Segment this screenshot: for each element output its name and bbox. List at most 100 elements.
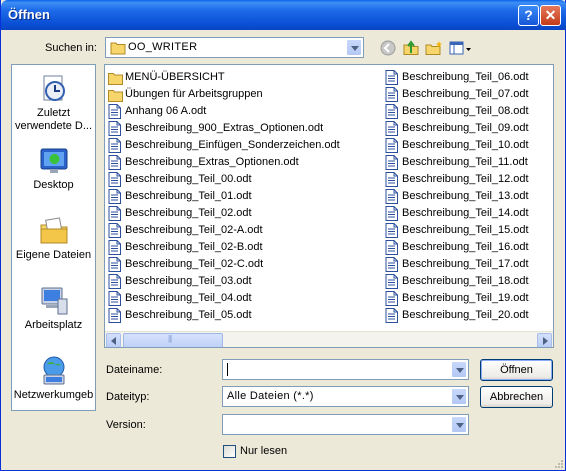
file-item[interactable]: Beschreibung_Teil_20.odt — [383, 307, 529, 324]
document-icon — [385, 70, 398, 85]
new-folder-icon[interactable] — [425, 40, 443, 56]
document-icon — [108, 138, 121, 153]
file-name: Beschreibung_Teil_00.odt — [125, 173, 252, 185]
cancel-button[interactable]: Abbrechen — [480, 386, 553, 408]
open-button[interactable]: Öffnen — [480, 359, 553, 381]
view-menu-icon[interactable] — [449, 40, 473, 56]
horizontal-scrollbar[interactable] — [105, 331, 553, 347]
file-item[interactable]: Beschreibung_Teil_01.odt — [106, 188, 340, 205]
network-icon — [43, 356, 65, 385]
file-item[interactable]: Beschreibung_Teil_19.odt — [383, 290, 529, 307]
document-icon — [385, 104, 398, 119]
file-item[interactable]: Beschreibung_900_Extras_Optionen.odt — [106, 120, 340, 137]
folder-icon — [108, 90, 123, 102]
document-icon — [108, 155, 121, 170]
document-icon — [108, 223, 121, 238]
file-item[interactable]: Beschreibung_Teil_02.odt — [106, 205, 340, 222]
file-name: Beschreibung_Teil_04.odt — [125, 292, 252, 304]
version-combo[interactable] — [222, 414, 469, 435]
help-button[interactable]: ? — [518, 5, 539, 26]
file-item[interactable]: Beschreibung_Teil_17.odt — [383, 256, 529, 273]
filetype-label: Dateityp: — [106, 391, 150, 403]
document-icon — [385, 206, 398, 221]
file-name: Beschreibung_Teil_18.odt — [402, 275, 529, 287]
places-bar: Zuletzt verwendete D... Desktop Eigene D… — [11, 64, 96, 411]
window-title: Öffnen — [8, 7, 50, 22]
file-item[interactable]: Beschreibung_Teil_13.odt — [383, 188, 529, 205]
file-name: Beschreibung_Teil_10.odt — [402, 139, 529, 151]
file-item[interactable]: Beschreibung_Teil_18.odt — [383, 273, 529, 290]
filetype-dropdown-arrow[interactable] — [451, 388, 467, 405]
file-name: Beschreibung_Teil_11.odt — [402, 156, 528, 168]
folder-item[interactable]: MENÜ-ÜBERSICHT — [106, 69, 340, 86]
filename-dropdown-arrow[interactable] — [451, 361, 467, 378]
version-dropdown-arrow[interactable] — [451, 416, 467, 433]
file-name: Beschreibung_900_Extras_Optionen.odt — [125, 122, 324, 134]
resize-grip[interactable] — [553, 458, 563, 468]
document-icon — [385, 274, 398, 289]
file-item[interactable]: Beschreibung_Teil_11.odt — [383, 154, 529, 171]
look-in-dropdown-arrow[interactable] — [346, 39, 362, 56]
place-label: Arbeitsplatz — [24, 319, 83, 331]
file-item[interactable]: Beschreibung_Teil_12.odt — [383, 171, 529, 188]
file-item[interactable]: Beschreibung_Teil_10.odt — [383, 137, 529, 154]
file-item[interactable]: Beschreibung_Teil_06.odt — [383, 69, 529, 86]
file-item[interactable]: Beschreibung_Einfügen_Sonderzeichen.odt — [106, 137, 340, 154]
file-name: Beschreibung_Teil_17.odt — [402, 258, 529, 270]
file-item[interactable]: Beschreibung_Teil_02-A.odt — [106, 222, 340, 239]
scroll-thumb[interactable] — [123, 333, 223, 347]
file-item[interactable]: Beschreibung_Teil_03.odt — [106, 273, 340, 290]
file-name: Beschreibung_Teil_12.odt — [402, 173, 529, 185]
file-item[interactable]: Beschreibung_Teil_02-B.odt — [106, 239, 340, 256]
document-icon — [385, 223, 398, 238]
file-column-2: Beschreibung_Teil_06.odt Beschreibung_Tei… — [383, 69, 529, 324]
readonly-label[interactable]: Nur lesen — [240, 445, 287, 457]
back-icon[interactable] — [379, 40, 397, 56]
readonly-checkbox[interactable] — [223, 445, 236, 458]
document-icon — [108, 257, 121, 272]
file-item[interactable]: Beschreibung_Extras_Optionen.odt — [106, 154, 340, 171]
scroll-right-button[interactable] — [537, 333, 552, 347]
title-bar[interactable]: Öffnen ? ✕ — [1, 0, 566, 30]
my-computer-icon — [41, 287, 68, 315]
file-column-1: MENÜ-ÜBERSICHT Übungen für Arbeitsgruppen… — [106, 69, 340, 324]
document-icon — [108, 308, 121, 323]
file-name: Beschreibung_Teil_01.odt — [125, 190, 252, 202]
filetype-combo[interactable]: Alle Dateien (*.*) — [222, 386, 469, 407]
document-icon — [108, 121, 121, 136]
look-in-combo[interactable]: OO_WRITER — [105, 37, 364, 58]
file-item[interactable]: Beschreibung_Teil_00.odt — [106, 171, 340, 188]
file-name: Anhang 06 A.odt — [125, 105, 207, 117]
file-item[interactable]: Beschreibung_Teil_05.odt — [106, 307, 340, 324]
document-icon — [385, 189, 398, 204]
file-name: Beschreibung_Teil_02-A.odt — [125, 224, 263, 236]
file-item[interactable]: Beschreibung_Teil_15.odt — [383, 222, 529, 239]
file-list[interactable]: MENÜ-ÜBERSICHT Übungen für Arbeitsgruppen… — [104, 64, 554, 348]
file-name: Beschreibung_Teil_15.odt — [402, 224, 529, 236]
file-item[interactable]: Anhang 06 A.odt — [106, 103, 340, 120]
file-item[interactable]: Beschreibung_Teil_07.odt — [383, 86, 529, 103]
scroll-left-button[interactable] — [106, 333, 121, 347]
document-icon — [108, 274, 121, 289]
recent-documents-icon — [43, 75, 65, 101]
up-folder-icon[interactable] — [402, 40, 420, 56]
place-label: Eigene Dateien — [15, 249, 92, 261]
filename-label: Dateiname: — [106, 364, 163, 376]
file-item[interactable]: Beschreibung_Teil_04.odt — [106, 290, 340, 307]
file-item[interactable]: Beschreibung_Teil_09.odt — [383, 120, 529, 137]
look-in-label: Suchen in: — [45, 42, 97, 54]
folder-item[interactable]: Übungen für Arbeitsgruppen — [106, 86, 340, 103]
file-name: Beschreibung_Teil_19.odt — [402, 292, 529, 304]
file-item[interactable]: Beschreibung_Teil_08.odt — [383, 103, 529, 120]
file-item[interactable]: Beschreibung_Teil_16.odt — [383, 239, 529, 256]
filename-combo[interactable] — [222, 359, 469, 380]
document-icon — [108, 172, 121, 187]
document-icon — [385, 291, 398, 306]
close-button[interactable]: ✕ — [540, 5, 561, 26]
document-icon — [385, 172, 398, 187]
file-item[interactable]: Beschreibung_Teil_02-C.odt — [106, 256, 340, 273]
place-label: verwendete D... — [14, 120, 93, 132]
file-name: MENÜ-ÜBERSICHT — [125, 71, 225, 83]
file-item[interactable]: Beschreibung_Teil_14.odt — [383, 205, 529, 222]
my-documents-icon — [40, 217, 68, 244]
